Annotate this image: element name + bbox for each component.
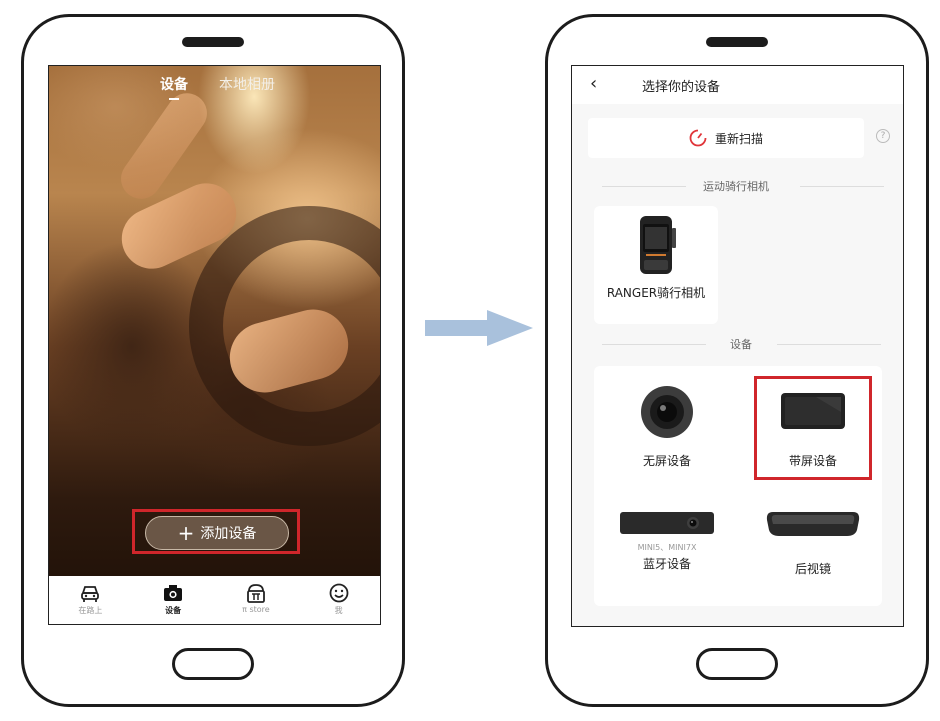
- device-option-bluetooth[interactable]: MINI5、MINI7X 蓝牙设备: [612, 510, 722, 572]
- highlight-box-add-device: [132, 509, 300, 554]
- speaker-slot: [182, 37, 244, 47]
- nav-item-me[interactable]: 我: [297, 576, 380, 624]
- sport-camera-card: RANGER骑行相机: [594, 206, 718, 324]
- device-home-screen: 设备 本地相册 + 添加设备 在路上 设备 π store 我: [48, 65, 381, 625]
- screen-header: ‹ 选择你的设备: [572, 66, 903, 104]
- device-option-rearview-mirror[interactable]: 后视镜: [758, 510, 868, 577]
- device-subtitle-bluetooth: MINI5、MINI7X: [637, 543, 697, 552]
- device-label-rearview-mirror: 后视镜: [794, 562, 831, 576]
- driving-background-photo: [49, 66, 380, 576]
- divider-line: [777, 344, 881, 345]
- rescan-button[interactable]: 重新扫描: [588, 118, 864, 158]
- flow-arrow-icon: [425, 310, 533, 346]
- highlight-box-screen-device: [754, 376, 872, 480]
- section-header-devices: 设备: [572, 336, 903, 352]
- section-header-sport: 运动骑行相机: [572, 178, 903, 194]
- select-device-screen: ‹ 选择你的设备 重新扫描 ? 运动骑行相机 RANGER骑行相机 设备 无屏设…: [571, 65, 904, 627]
- rescan-label: 重新扫描: [714, 131, 763, 146]
- bar-camera-icon: [620, 512, 714, 534]
- right-phone: ‹ 选择你的设备 重新扫描 ? 运动骑行相机 RANGER骑行相机 设备 无屏设…: [545, 14, 929, 707]
- section-title-sport: 运动骑行相机: [703, 180, 769, 193]
- tab-local-album[interactable]: 本地相册: [219, 74, 275, 94]
- refresh-icon: [689, 129, 707, 147]
- help-glyph: ?: [880, 131, 886, 141]
- device-option-no-screen[interactable]: 无屏设备: [612, 384, 722, 469]
- speaker-slot: [706, 37, 768, 47]
- nav-item-devices[interactable]: 设备: [132, 576, 215, 624]
- help-icon[interactable]: ?: [876, 129, 890, 143]
- bottom-navigation: 在路上 设备 π store 我: [49, 576, 380, 624]
- device-option-ranger[interactable]: RANGER骑行相机: [594, 214, 718, 301]
- top-tab-bar: 设备 本地相册: [49, 74, 380, 104]
- car-icon: [81, 586, 100, 602]
- device-label-no-screen: 无屏设备: [642, 454, 691, 468]
- nav-label-me: 我: [334, 606, 343, 615]
- divider-line: [602, 186, 686, 187]
- nav-item-pi-store[interactable]: π store: [215, 576, 298, 624]
- round-camera-icon: [641, 386, 693, 438]
- divider-line: [800, 186, 884, 187]
- section-title-devices: 设备: [730, 338, 752, 351]
- divider-line: [602, 344, 706, 345]
- smile-icon: [329, 583, 349, 603]
- home-button[interactable]: [696, 648, 778, 680]
- camera-icon: [164, 585, 183, 601]
- left-phone: 设备 本地相册 + 添加设备 在路上 设备 π store 我: [21, 14, 405, 707]
- chevron-left-icon[interactable]: ‹: [590, 74, 597, 94]
- pi-store-icon: [246, 584, 265, 603]
- nav-item-on-road[interactable]: 在路上: [49, 576, 132, 624]
- rearview-mirror-icon: [766, 512, 860, 536]
- nav-label-pi-store: π store: [242, 605, 270, 614]
- device-label-ranger: RANGER骑行相机: [606, 286, 706, 300]
- device-label-bluetooth: 蓝牙设备: [642, 557, 691, 571]
- page-title: 选择你的设备: [642, 80, 721, 95]
- home-button[interactable]: [172, 648, 254, 680]
- nav-label-on-road: 在路上: [78, 606, 103, 615]
- nav-label-devices: 设备: [165, 606, 182, 615]
- tab-devices[interactable]: 设备: [160, 74, 188, 94]
- active-tab-indicator: [169, 98, 179, 100]
- ranger-camera-icon: [640, 216, 676, 274]
